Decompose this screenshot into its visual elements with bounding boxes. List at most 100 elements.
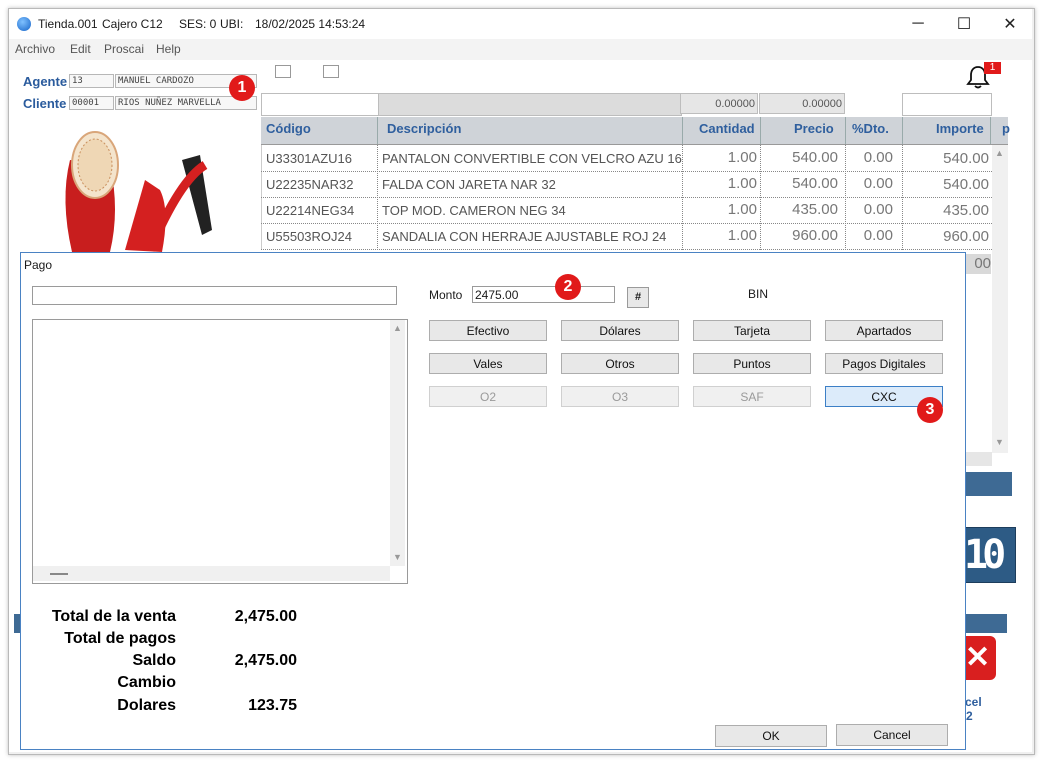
row3-importe: 435.00 bbox=[943, 202, 989, 219]
row4-importe: 960.00 bbox=[943, 228, 989, 245]
minimize-button[interactable]: ─ bbox=[895, 9, 941, 39]
grid-scrollbar[interactable] bbox=[992, 145, 1008, 453]
bin-label: BIN bbox=[748, 287, 769, 301]
cancel-x-icon[interactable]: ✕ bbox=[965, 636, 996, 680]
col-importe[interactable]: Importe bbox=[936, 121, 984, 136]
total-field-1: 0.00000 bbox=[680, 93, 758, 114]
menu-proscai[interactable]: Proscai bbox=[104, 42, 144, 56]
row-sep bbox=[845, 145, 847, 250]
dolares-value: 123.75 bbox=[248, 697, 297, 714]
list-scroll-up-icon[interactable]: ▲ bbox=[393, 323, 402, 333]
client-code-field[interactable]: 00001 bbox=[69, 96, 114, 110]
checkbox-2[interactable] bbox=[323, 65, 339, 78]
row3-cantidad: 1.00 bbox=[727, 201, 757, 218]
efectivo-button[interactable]: Efectivo bbox=[429, 320, 547, 341]
total-venta-value: 2,475.00 bbox=[234, 608, 297, 625]
grid-header-sep bbox=[902, 117, 903, 144]
grid-header-sep bbox=[990, 117, 991, 144]
agent-code-field[interactable]: 13 bbox=[69, 74, 114, 88]
tarjeta-button[interactable]: Tarjeta bbox=[693, 320, 811, 341]
blue-bar-top bbox=[965, 472, 1012, 496]
cancel-number: 2 bbox=[966, 709, 973, 723]
row1-importe: 540.00 bbox=[943, 150, 989, 167]
horizontal-scrollbar[interactable] bbox=[965, 452, 992, 466]
monto-input[interactable]: 2475.00 bbox=[472, 286, 615, 303]
cambio-label: Cambio bbox=[117, 674, 176, 691]
row3-dto: 0.00 bbox=[863, 201, 893, 218]
annotation-marker-1: 1 bbox=[229, 75, 255, 101]
partial-importe-cell: 00 bbox=[965, 254, 991, 274]
grid-header bbox=[261, 117, 1008, 145]
saldo-label: Saldo bbox=[132, 652, 176, 669]
row2-cantidad: 1.00 bbox=[727, 175, 757, 192]
payments-list[interactable] bbox=[32, 319, 408, 584]
otros-button[interactable]: Otros bbox=[561, 353, 679, 374]
maximize-button[interactable]: ☐ bbox=[941, 9, 987, 39]
list-scroll-down-icon[interactable]: ▼ bbox=[393, 552, 402, 562]
row4-descripcion: SANDALIA CON HERRAJE AJUSTABLE ROJ 24 bbox=[382, 229, 667, 244]
app-globe-icon bbox=[17, 17, 31, 31]
agent-label: Agente bbox=[23, 74, 68, 89]
menu-edit[interactable]: Edit bbox=[70, 42, 91, 56]
cancel-text: cel bbox=[965, 695, 982, 709]
row1-cantidad: 1.00 bbox=[727, 149, 757, 166]
puntos-button[interactable]: Puntos bbox=[693, 353, 811, 374]
row2-codigo: U22235NAR32 bbox=[266, 177, 354, 192]
col-descripcion[interactable]: Descripción bbox=[387, 121, 461, 136]
o3-button[interactable]: O3 bbox=[561, 386, 679, 407]
hash-button[interactable]: # bbox=[627, 287, 649, 308]
row2-dto: 0.00 bbox=[863, 175, 893, 192]
row1-precio: 540.00 bbox=[792, 149, 838, 166]
ubi-label: UBI: bbox=[220, 17, 244, 31]
close-button[interactable]: ✕ bbox=[987, 9, 1033, 39]
cancel-button[interactable]: Cancel bbox=[836, 724, 948, 746]
row3-descripcion: TOP MOD. CAMERON NEG 34 bbox=[382, 203, 566, 218]
row3-precio: 435.00 bbox=[792, 201, 838, 218]
col-precio[interactable]: Precio bbox=[794, 121, 834, 136]
col-p[interactable]: p bbox=[1002, 121, 1010, 136]
row4-cantidad: 1.00 bbox=[727, 227, 757, 244]
col-cantidad[interactable]: Cantidad bbox=[699, 121, 755, 136]
row2-precio: 540.00 bbox=[792, 175, 838, 192]
dolares-label: Dolares bbox=[117, 697, 176, 714]
grid-header-sep bbox=[845, 117, 846, 144]
reference-input[interactable] bbox=[32, 286, 397, 305]
total-field-2: 0.00000 bbox=[759, 93, 845, 114]
row3-codigo: U22214NEG34 bbox=[266, 203, 355, 218]
dialog-title: Pago bbox=[24, 258, 53, 272]
pagos-digitales-button[interactable]: Pagos Digitales bbox=[825, 353, 943, 374]
payments-list-hscroll[interactable] bbox=[33, 566, 390, 581]
digital-display-digits: 10 bbox=[964, 532, 1006, 578]
row2-descripcion: FALDA CON JARETA NAR 32 bbox=[382, 177, 556, 192]
scan-input[interactable] bbox=[261, 93, 379, 116]
menu-archivo[interactable]: Archivo bbox=[15, 42, 55, 56]
client-label: Cliente bbox=[23, 96, 67, 111]
session-label: SES: 0 bbox=[179, 17, 217, 31]
notification-badge: 1 bbox=[984, 62, 1001, 74]
total-venta-label: Total de la venta bbox=[51, 608, 176, 625]
menu-help[interactable]: Help bbox=[156, 42, 181, 56]
scroll-down-icon[interactable]: ▼ bbox=[995, 437, 1004, 447]
apartados-button[interactable]: Apartados bbox=[825, 320, 943, 341]
payments-list-scrollbar[interactable] bbox=[390, 320, 405, 566]
row-sep bbox=[902, 145, 904, 250]
o2-button[interactable]: O2 bbox=[429, 386, 547, 407]
dolares-button[interactable]: Dólares bbox=[561, 320, 679, 341]
ok-button[interactable]: OK bbox=[715, 725, 827, 747]
hscroll-thumb[interactable] bbox=[50, 573, 68, 575]
col-codigo[interactable]: Código bbox=[266, 121, 311, 136]
row-sep bbox=[377, 145, 379, 250]
saf-button[interactable]: SAF bbox=[693, 386, 811, 407]
checkbox-1[interactable] bbox=[275, 65, 291, 78]
product-image bbox=[50, 120, 240, 252]
datetime: 18/02/2025 14:53:24 bbox=[255, 17, 366, 31]
col-dto[interactable]: %Dto. bbox=[852, 121, 889, 136]
vales-button[interactable]: Vales bbox=[429, 353, 547, 374]
row4-precio: 960.00 bbox=[792, 227, 838, 244]
row2-importe: 540.00 bbox=[943, 176, 989, 193]
right-input[interactable] bbox=[902, 93, 992, 116]
monto-label: Monto bbox=[429, 288, 463, 302]
annotation-marker-2: 2 bbox=[555, 274, 581, 300]
blue-bar-bottom bbox=[965, 614, 1007, 633]
scroll-up-icon[interactable]: ▲ bbox=[995, 148, 1004, 158]
